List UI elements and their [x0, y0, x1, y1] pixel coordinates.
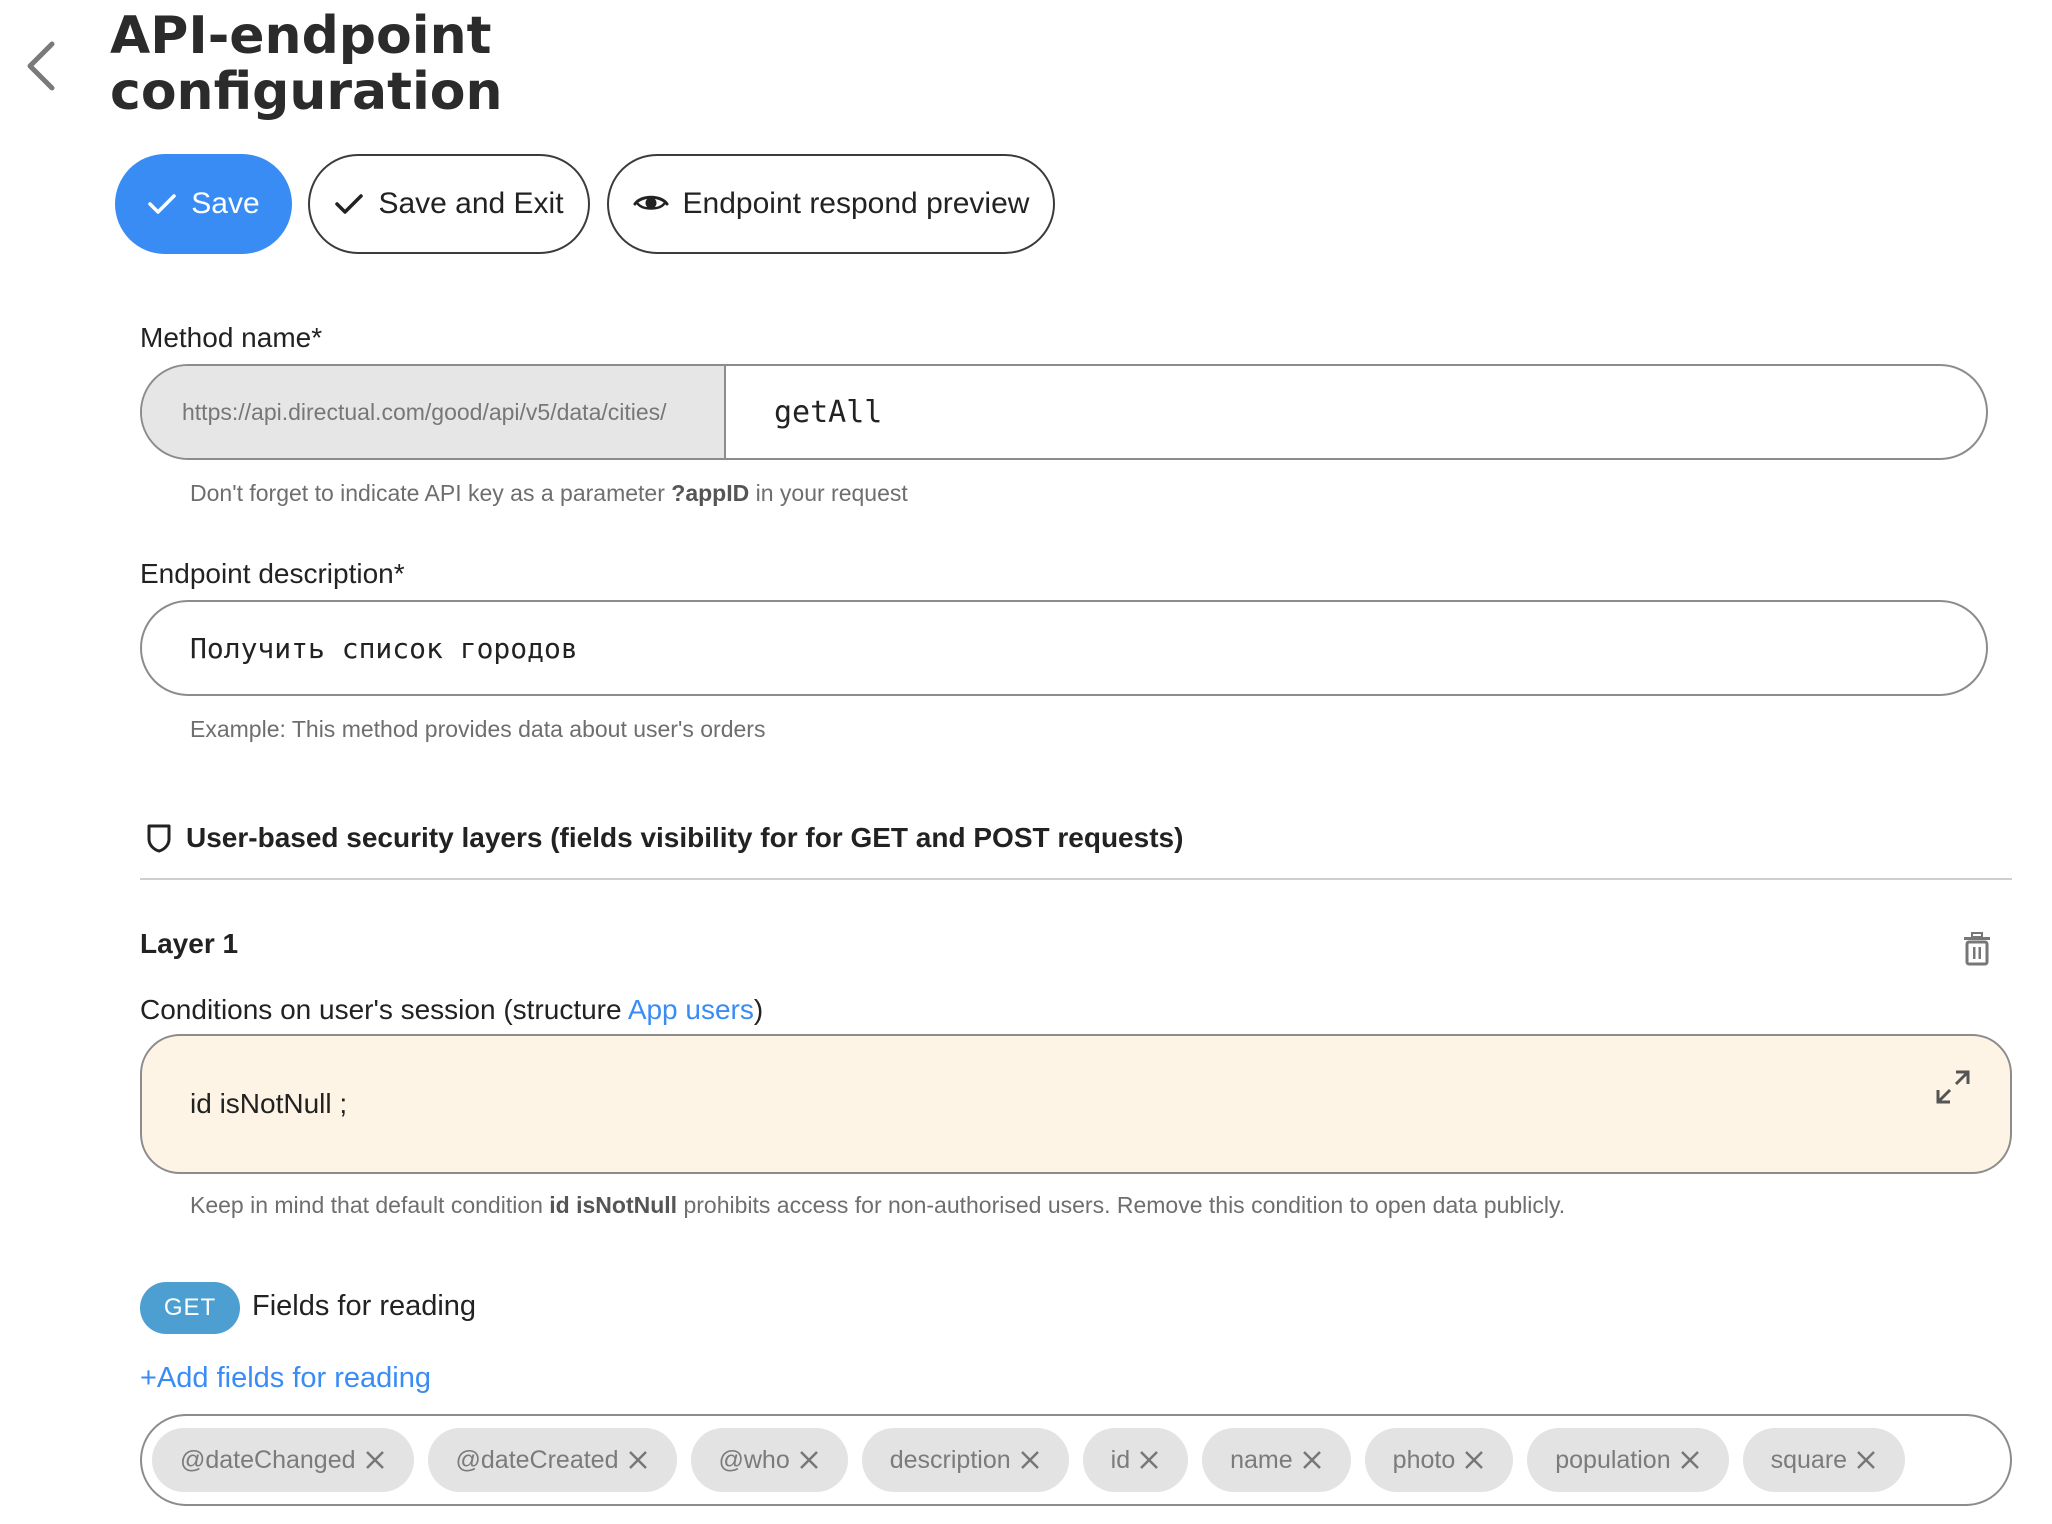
field-chip-label: @dateCreated	[455, 1445, 619, 1474]
method-name-field: https://api.directual.com/good/api/v5/da…	[140, 364, 1988, 460]
remove-field-icon[interactable]	[1301, 1449, 1323, 1471]
field-chip-label: square	[1770, 1445, 1848, 1474]
get-method-badge: GET	[140, 1282, 240, 1334]
save-button-label: Save	[191, 187, 260, 220]
expand-icon	[1936, 1070, 1970, 1104]
security-layers-heading: User-based security layers (fields visib…	[146, 822, 1183, 854]
field-chip: id	[1082, 1428, 1189, 1492]
field-chip-label: @dateChanged	[180, 1445, 356, 1474]
remove-field-icon[interactable]	[1019, 1449, 1041, 1471]
field-chip: @dateCreated	[427, 1428, 677, 1492]
field-chip-label: photo	[1392, 1445, 1456, 1474]
field-chip-label: @who	[718, 1445, 790, 1474]
field-chip-label: population	[1555, 1445, 1671, 1474]
conditions-hint-code: id isNotNull	[549, 1192, 678, 1218]
field-chip: population	[1527, 1428, 1729, 1492]
save-button[interactable]: Save	[115, 154, 292, 254]
conditions-hint: Keep in mind that default condition id i…	[190, 1192, 1565, 1219]
security-layers-title: User-based security layers (fields visib…	[186, 822, 1184, 853]
method-name-label: Method name*	[140, 322, 323, 353]
delete-layer-button[interactable]	[1962, 932, 2002, 974]
conditions-label-close: )	[753, 994, 764, 1025]
remove-field-icon[interactable]	[627, 1449, 649, 1471]
page-title: API-endpoint configuration	[110, 8, 810, 120]
condition-expression[interactable]: id isNotNull ;	[190, 1088, 347, 1120]
method-url-prefix: https://api.directual.com/good/api/v5/da…	[142, 366, 726, 458]
eye-icon	[633, 195, 669, 210]
method-hint-text: Don't forget to indicate API key as a pa…	[190, 480, 672, 506]
section-divider	[140, 878, 2012, 880]
field-chip: square	[1742, 1428, 1906, 1492]
field-chip: description	[861, 1428, 1069, 1492]
conditions-hint-text-end: prohibits access for non-authorised user…	[677, 1192, 1566, 1218]
endpoint-description-hint: Example: This method provides data about…	[190, 716, 766, 742]
reading-fields-list: @dateChanged @dateCreated @who description i…	[140, 1414, 2012, 1506]
remove-field-icon[interactable]	[1855, 1449, 1877, 1471]
back-button[interactable]	[18, 36, 64, 96]
remove-field-icon[interactable]	[1463, 1449, 1485, 1471]
expand-editor-button[interactable]	[1934, 1068, 1972, 1106]
field-chip: name	[1202, 1428, 1351, 1492]
app-users-link[interactable]: App users	[628, 994, 754, 1025]
page-title-line-1: API-endpoint	[110, 6, 492, 66]
save-and-exit-button[interactable]: Save and Exit	[308, 154, 590, 254]
method-hint-text-end: in your request	[749, 480, 908, 506]
endpoint-preview-button[interactable]: Endpoint respond preview	[607, 154, 1055, 254]
endpoint-description-input[interactable]	[140, 600, 1988, 696]
chevron-left-icon	[27, 41, 55, 91]
fields-for-reading-label: Fields for reading	[252, 1290, 477, 1322]
method-name-input[interactable]	[726, 366, 1986, 458]
method-name-hint: Don't forget to indicate API key as a pa…	[190, 480, 908, 507]
remove-field-icon[interactable]	[1679, 1449, 1701, 1471]
conditions-label: Conditions on user's session (structure …	[140, 994, 763, 1026]
remove-field-icon[interactable]	[798, 1449, 820, 1471]
field-chip: @dateChanged	[152, 1428, 414, 1492]
check-icon	[335, 194, 364, 214]
conditions-hint-text: Keep in mind that default condition	[190, 1192, 550, 1218]
field-chip-label: name	[1230, 1445, 1293, 1474]
save-and-exit-label: Save and Exit	[378, 187, 564, 220]
method-hint-param: ?appID	[671, 480, 750, 506]
field-chip: @who	[690, 1428, 848, 1492]
field-chip: photo	[1364, 1428, 1514, 1492]
layer-title: Layer 1	[140, 928, 239, 959]
shield-icon	[147, 824, 171, 853]
check-icon	[148, 194, 177, 214]
add-fields-link[interactable]: +Add fields for reading	[140, 1362, 431, 1395]
conditions-editor[interactable]	[140, 1034, 2012, 1174]
trash-icon	[1964, 932, 1990, 966]
field-chip-label: id	[1110, 1445, 1131, 1474]
conditions-label-text: Conditions on user's session (structure	[140, 994, 628, 1025]
endpoint-preview-label: Endpoint respond preview	[682, 187, 1030, 220]
remove-field-icon[interactable]	[364, 1449, 386, 1471]
endpoint-description-label: Endpoint description*	[140, 558, 405, 589]
field-chip-label: description	[889, 1445, 1011, 1474]
remove-field-icon[interactable]	[1138, 1449, 1160, 1471]
page-title-line-2: configuration	[110, 62, 503, 122]
